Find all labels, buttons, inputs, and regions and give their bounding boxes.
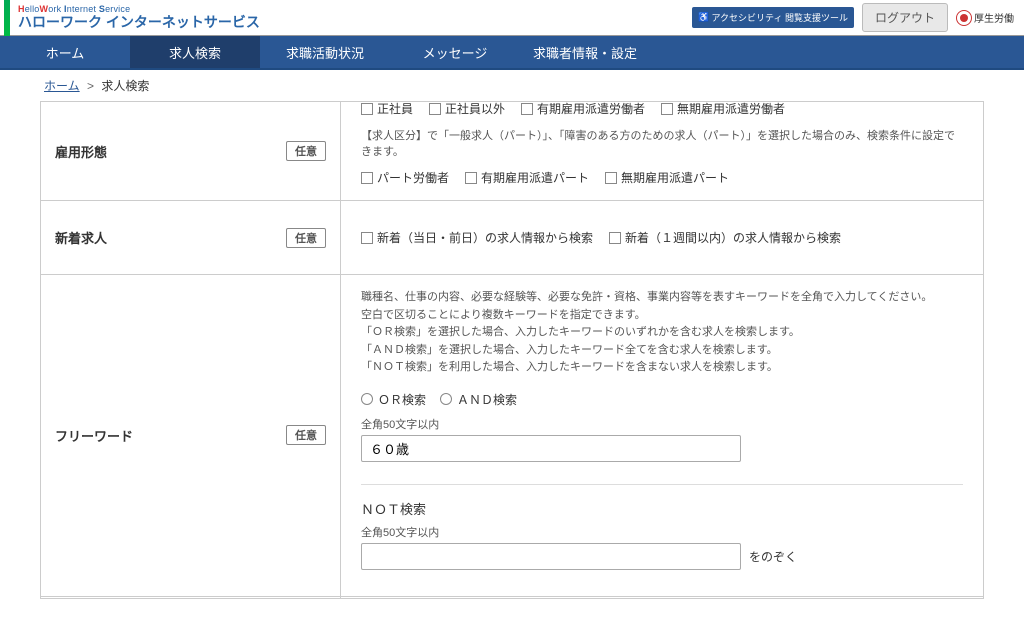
- nav-message[interactable]: メッセージ: [390, 36, 520, 68]
- checkbox-icon: [361, 232, 373, 244]
- brand: HelloWork Internet Service ハローワーク インターネッ…: [18, 5, 260, 30]
- row-new: 新着求人 任意 新着（当日・前日）の求人情報から検索 新着（１週間以内）の求人情…: [41, 201, 984, 275]
- chk-fulltime[interactable]: 正社員: [361, 100, 413, 117]
- freeword-separator: [361, 484, 963, 485]
- topbar-inner: HelloWork Internet Service ハローワーク インターネッ…: [0, 0, 1024, 35]
- navbar: ホーム 求人検索 求職活動状況 メッセージ 求職者情報・設定: [0, 36, 1024, 70]
- row-employment: 雇用形態 任意 正社員 正社員以外 有期雇用派遣労働者 無期雇用派遣労働者 【求…: [41, 102, 984, 201]
- tag-optional: 任意: [286, 141, 326, 161]
- row-freeword: フリーワード 任意 職種名、仕事の内容、必要な経験等、必要な免許・資格、事業内容…: [41, 275, 984, 597]
- breadcrumb-sep: >: [87, 79, 94, 93]
- chk-new-today[interactable]: 新着（当日・前日）の求人情報から検索: [361, 229, 593, 246]
- cell-new-content: 新着（当日・前日）の求人情報から検索 新着（１週間以内）の求人情報から検索: [341, 201, 984, 275]
- row-next-placeholder: [41, 596, 984, 598]
- cell-freeword-content: 職種名、仕事の内容、必要な経験等、必要な免許・資格、事業内容等を表すキーワードを…: [341, 275, 984, 597]
- freeword-input[interactable]: [361, 435, 741, 462]
- new-label: 新着求人: [55, 228, 107, 247]
- accessibility-label: アクセシビリティ 閲覧支援ツール: [711, 11, 848, 24]
- radio-or[interactable]: ＯＲ検索: [361, 391, 426, 408]
- not-limit-label: 全角50文字以内: [361, 524, 963, 540]
- freeword-label: フリーワード: [55, 426, 133, 445]
- chk-fixed-dispatch[interactable]: 有期雇用派遣労働者: [521, 100, 645, 117]
- nav-activity[interactable]: 求職活動状況: [260, 36, 390, 68]
- nav-search[interactable]: 求人検索: [130, 36, 260, 68]
- breadcrumb-home-link[interactable]: ホーム: [44, 79, 80, 93]
- search-form-table: 雇用形態 任意 正社員 正社員以外 有期雇用派遣労働者 無期雇用派遣労働者 【求…: [40, 101, 984, 599]
- form-area: 雇用形態 任意 正社員 正社員以外 有期雇用派遣労働者 無期雇用派遣労働者 【求…: [0, 101, 1024, 639]
- checkbox-icon: [521, 103, 533, 115]
- topbar-right: ♿ アクセシビリティ 閲覧支援ツール ログアウト 厚生労働: [692, 3, 1014, 32]
- brand-h: H: [18, 4, 25, 14]
- not-search-head: ＮＯＴ検索: [361, 499, 963, 518]
- accessibility-badge[interactable]: ♿ アクセシビリティ 閲覧支援ツール: [692, 7, 854, 28]
- radio-and[interactable]: ＡＮＤ検索: [440, 391, 517, 408]
- nav-seeker[interactable]: 求職者情報・設定: [520, 36, 650, 68]
- ministry-mark-icon: [956, 10, 972, 26]
- checkbox-icon: [609, 232, 621, 244]
- checkbox-icon: [361, 103, 373, 115]
- employment-label: 雇用形態: [55, 142, 107, 161]
- freeword-limit-label: 全角50文字以内: [361, 416, 963, 432]
- chk-new-week[interactable]: 新着（１週間以内）の求人情報から検索: [609, 229, 841, 246]
- checkbox-icon: [465, 172, 477, 184]
- not-after-label: をのぞく: [749, 548, 797, 565]
- cell-employment-label: 雇用形態 任意: [41, 102, 341, 201]
- cell-employment-content: 正社員 正社員以外 有期雇用派遣労働者 無期雇用派遣労働者 【求人区分】で「一般…: [341, 102, 984, 201]
- brand-jp: ハローワーク インターネットサービス: [18, 15, 260, 30]
- chk-nofixed-part-dispatch[interactable]: 無期雇用派遣パート: [605, 169, 729, 186]
- topbar: HelloWork Internet Service ハローワーク インターネッ…: [0, 0, 1024, 36]
- chk-other-fulltime[interactable]: 正社員以外: [429, 100, 505, 117]
- breadcrumb: ホーム > 求人検索: [0, 70, 1024, 101]
- radio-icon: [440, 393, 452, 405]
- checkbox-icon: [605, 172, 617, 184]
- chk-nofixed-dispatch[interactable]: 無期雇用派遣労働者: [661, 100, 785, 117]
- accessibility-icon: ♿: [698, 12, 709, 23]
- chk-part[interactable]: パート労働者: [361, 169, 449, 186]
- freeword-radio-group: ＯＲ検索 ＡＮＤ検索: [361, 391, 963, 408]
- radio-icon: [361, 393, 373, 405]
- tag-optional: 任意: [286, 228, 326, 248]
- checkbox-icon: [661, 103, 673, 115]
- ministry-logo: 厚生労働: [956, 10, 1014, 26]
- chk-fixed-part-dispatch[interactable]: 有期雇用派遣パート: [465, 169, 589, 186]
- checkbox-icon: [429, 103, 441, 115]
- checkbox-icon: [361, 172, 373, 184]
- not-search-input[interactable]: [361, 543, 741, 570]
- brand-stripe-icon: [4, 0, 10, 36]
- tag-optional: 任意: [286, 425, 326, 445]
- cell-freeword-label: フリーワード 任意: [41, 275, 341, 597]
- freeword-help: 職種名、仕事の内容、必要な経験等、必要な免許・資格、事業内容等を表すキーワードを…: [361, 289, 963, 377]
- logout-button[interactable]: ログアウト: [862, 3, 948, 32]
- employment-note: 【求人区分】で「一般求人（パート）」、「障害のある方のための求人（パート）」を選…: [361, 127, 963, 159]
- ministry-label: 厚生労働: [974, 10, 1014, 25]
- nav-home[interactable]: ホーム: [0, 36, 130, 68]
- cell-new-label: 新着求人 任意: [41, 201, 341, 275]
- breadcrumb-current: 求人検索: [101, 79, 149, 93]
